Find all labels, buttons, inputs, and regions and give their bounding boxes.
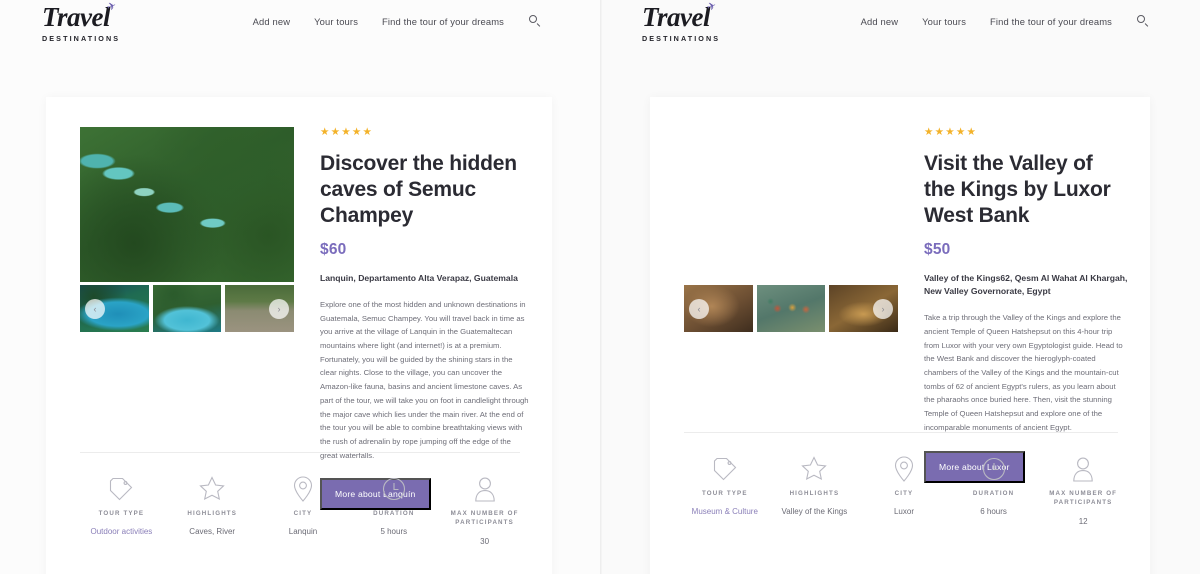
tour-info-right: ★★★★★ Visit the Valley of the Kings by L… [898,127,1150,483]
carousel-next-button[interactable]: › [269,298,289,319]
image-gallery-right: ‹ › [684,127,898,483]
semuc-champey-aerial-image [80,127,294,282]
stat-label: TOUR TYPE [701,490,748,497]
tour-title: Visit the Valley of the Kings by Luxor W… [924,151,1111,227]
site-header-right: Travel ✈ DESTINATIONS Add new Your tours… [600,0,1200,50]
stat-value: Lanquin [288,527,318,537]
stat-duration: DURATION 5 hours [348,472,439,547]
gallery-main-image[interactable] [80,127,294,282]
stat-label: CITY [894,490,914,497]
stat-label: MAX NUMBER OF PARTICIPANTS [450,510,519,527]
carousel-prev-button[interactable]: ‹ [689,298,709,319]
stat-highlights: HIGHLIGHTS Caves, River [167,472,258,547]
stat-value: 30 [480,536,490,546]
gallery-main-image[interactable] [684,127,898,282]
stat-max-participants: MAX NUMBER OF PARTICIPANTS 30 [439,472,530,547]
nav-item-your-tours[interactable]: Your tours [922,16,966,27]
carousel-prev-button[interactable]: ‹ [85,298,105,319]
panel-divider [600,0,602,574]
stat-value: Luxor [893,507,914,517]
stat-highlights: HIGHLIGHTS Valley of the Kings [770,452,860,527]
tag-icon [76,472,167,506]
logo-subtitle: DESTINATIONS [42,34,121,43]
main-nav-right: Add new Your tours Find the tour of your… [861,14,1150,28]
nav-item-find-tour[interactable]: Find the tour of your dreams [382,16,504,27]
search-icon[interactable] [1136,14,1150,28]
search-icon[interactable] [528,14,542,28]
tag-icon [680,452,770,486]
site-logo-left[interactable]: Travel ✈ DESTINATIONS [42,0,121,43]
location-icon [258,472,349,506]
stat-value: Valley of the Kings [781,507,848,517]
stat-label: HIGHLIGHTS [789,490,840,497]
tour-card-body: ‹ › ★★★★★ Discover the hidden caves of S… [46,97,552,511]
stat-value: 6 hours [980,507,1007,517]
location-icon [859,452,949,486]
person-icon [1038,452,1128,486]
stat-tour-type: TOUR TYPE Museum & Culture [680,452,770,527]
stat-city: CITY Lanquin [258,472,349,547]
clock-icon [949,452,1039,486]
gallery-thumbnail-strip: ‹ › [684,285,898,332]
tour-address: Lanquin, Departamento Alta Verapaz, Guat… [320,272,518,283]
gallery-thumbnail-strip: ‹ › [80,285,294,332]
clock-icon [348,472,439,506]
search-icon-ring [1137,15,1145,23]
nav-item-add-new[interactable]: Add new [253,16,291,27]
stat-value: Outdoor activities [90,527,153,537]
site-logo-right[interactable]: Travel ✈ DESTINATIONS [642,0,721,43]
nav-item-find-tour[interactable]: Find the tour of your dreams [990,16,1112,27]
stat-label: MAX NUMBER OF PARTICIPANTS [1049,490,1118,507]
tour-card-right: ‹ › ★★★★★ Visit the Valley of the Kings … [650,97,1150,574]
tour-address: Valley of the Kings62, Qesm Al Wahat Al … [924,272,1128,296]
stat-label: TOUR TYPE [98,510,145,517]
tour-price: $50 [924,240,951,258]
site-header-left: Travel ✈ DESTINATIONS Add new Your tours… [0,0,600,50]
stat-value: Museum & Culture [691,507,758,517]
stat-tour-type: TOUR TYPE Outdoor activities [76,472,167,547]
tour-description: Take a trip through the Valley of the Ki… [924,313,1123,432]
tour-stats-left: TOUR TYPE Outdoor activities HIGHLIGHTS … [76,472,530,547]
stat-duration: DURATION 6 hours [949,452,1039,527]
stat-label: DURATION [373,510,415,517]
stat-city: CITY Luxor [859,452,949,527]
rating-stars: ★★★★★ [320,126,374,138]
tour-title: Discover the hidden caves of Semuc Champ… [320,151,517,227]
stat-label: DURATION [972,490,1015,497]
stat-value: 12 [1078,516,1088,526]
semuc-river-thumb-image [152,285,222,332]
stat-label: CITY [293,510,313,517]
nav-item-add-new[interactable]: Add new [861,16,899,27]
stats-divider [80,452,520,453]
browser-panel-left: Travel ✈ DESTINATIONS Add new Your tours… [0,0,600,574]
nav-item-your-tours[interactable]: Your tours [314,16,358,27]
search-icon-handle [1144,22,1148,27]
search-icon-handle [536,22,540,27]
gallery-thumbnail[interactable] [152,285,222,332]
tour-price: $60 [320,240,347,258]
browser-panel-right: Travel ✈ DESTINATIONS Add new Your tours… [600,0,1200,574]
person-icon [439,472,530,506]
star-icon [167,472,258,506]
logo-subtitle: DESTINATIONS [642,34,721,43]
stat-value: Caves, River [189,527,236,537]
hieroglyph-mural-thumb-image [756,285,826,332]
tour-description: Explore one of the most hidden and unkno… [320,299,529,460]
search-icon-ring [529,15,537,23]
tour-stats-right: TOUR TYPE Museum & Culture HIGHLIGHTS Va… [680,452,1128,527]
screenshot-viewport: Travel ✈ DESTINATIONS Add new Your tours… [0,0,1200,574]
carousel-next-button[interactable]: › [873,298,893,319]
star-icon [770,452,860,486]
tour-card-left: ‹ › ★★★★★ Discover the hidden caves of S… [46,97,552,574]
stat-max-participants: MAX NUMBER OF PARTICIPANTS 12 [1038,452,1128,527]
stats-divider [684,432,1118,433]
rating-stars: ★★★★★ [924,126,978,138]
stat-value: 5 hours [380,527,408,537]
main-nav-left: Add new Your tours Find the tour of your… [253,14,542,28]
gallery-thumbnail[interactable] [756,285,826,332]
stat-label: HIGHLIGHTS [187,510,238,517]
tour-card-body: ‹ › ★★★★★ Visit the Valley of the Kings … [650,97,1150,483]
